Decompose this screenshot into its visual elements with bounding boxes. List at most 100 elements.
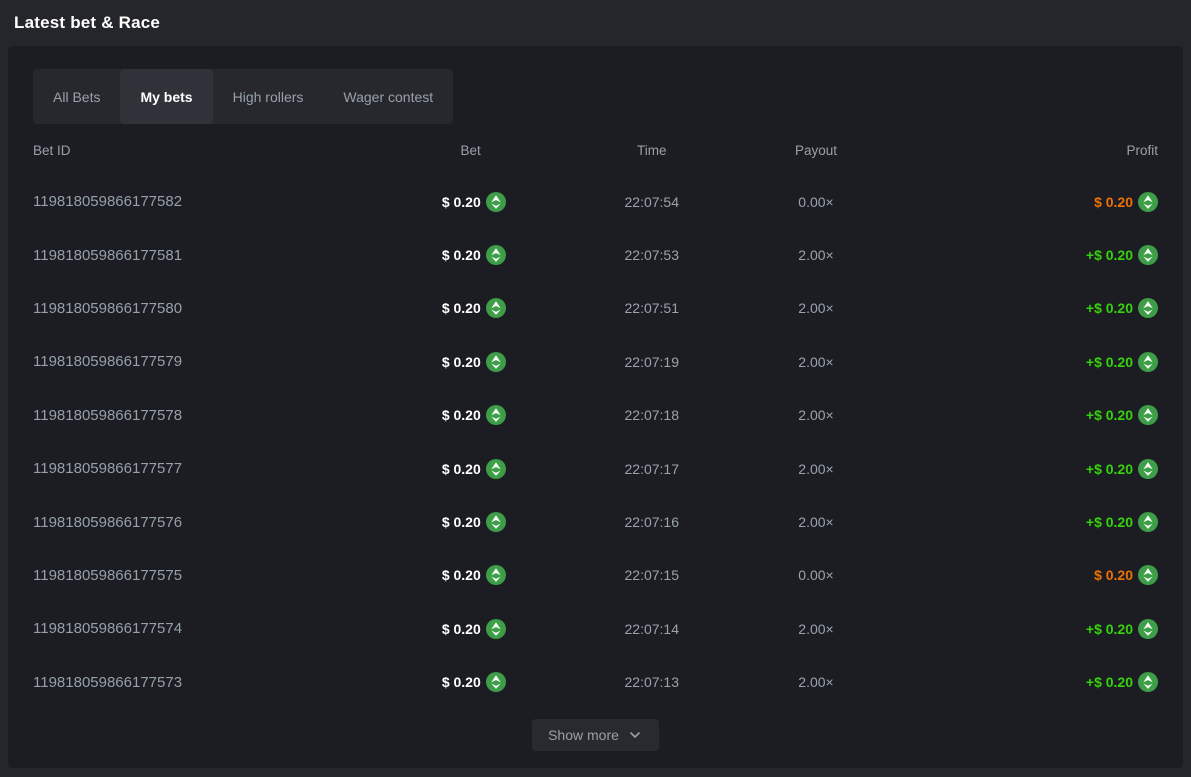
bets-table-body: 119818059866177582 $ 0.20 22:07:54 0.00×… xyxy=(33,175,1158,709)
profit-value: +$ 0.20 xyxy=(1086,674,1133,690)
time-cell: 22:07:53 xyxy=(625,247,680,263)
profit-cell: +$ 0.20 xyxy=(1086,459,1158,479)
bet-amount-value: $ 0.20 xyxy=(442,461,481,477)
bet-id-cell[interactable]: 119818059866177582 xyxy=(33,193,182,210)
payout-cell: 2.00× xyxy=(798,674,833,690)
eth-coin-icon xyxy=(1138,352,1158,372)
bet-amount-value: $ 0.20 xyxy=(442,407,481,423)
eth-coin-icon xyxy=(486,298,506,318)
eth-coin-icon xyxy=(1138,245,1158,265)
tab-all-bets[interactable]: All Bets xyxy=(33,69,120,124)
eth-coin-icon xyxy=(486,619,506,639)
bet-amount-value: $ 0.20 xyxy=(442,621,481,637)
column-header-time: Time xyxy=(637,143,667,158)
table-row[interactable]: 119818059866177582 $ 0.20 22:07:54 0.00×… xyxy=(33,175,1158,228)
column-header-payout: Payout xyxy=(795,143,837,158)
table-row[interactable]: 119818059866177576 $ 0.20 22:07:16 2.00×… xyxy=(33,495,1158,548)
table-row[interactable]: 119818059866177573 $ 0.20 22:07:13 2.00×… xyxy=(33,656,1158,709)
bet-amount-cell: $ 0.20 xyxy=(442,405,481,425)
payout-cell: 2.00× xyxy=(798,514,833,530)
eth-coin-icon xyxy=(1138,298,1158,318)
bet-id-cell[interactable]: 119818059866177581 xyxy=(33,247,182,264)
column-header-profit: Profit xyxy=(1126,143,1158,158)
time-cell: 22:07:19 xyxy=(625,354,680,370)
bet-amount-value: $ 0.20 xyxy=(442,674,481,690)
eth-coin-icon xyxy=(486,459,506,479)
profit-value: +$ 0.20 xyxy=(1086,461,1133,477)
latest-bet-panel: All BetsMy betsHigh rollersWager contest… xyxy=(8,46,1183,768)
show-more-button[interactable]: Show more xyxy=(532,719,659,751)
table-row[interactable]: 119818059866177579 $ 0.20 22:07:19 2.00×… xyxy=(33,335,1158,388)
bet-id-cell[interactable]: 119818059866177575 xyxy=(33,567,182,584)
table-row[interactable]: 119818059866177575 $ 0.20 22:07:15 0.00×… xyxy=(33,549,1158,602)
tab-my-bets[interactable]: My bets xyxy=(120,69,212,124)
tab-high-rollers[interactable]: High rollers xyxy=(213,69,324,124)
bet-amount-cell: $ 0.20 xyxy=(442,298,481,318)
bet-id-cell[interactable]: 119818059866177578 xyxy=(33,407,182,424)
eth-coin-icon xyxy=(486,245,506,265)
profit-cell: +$ 0.20 xyxy=(1086,352,1158,372)
table-row[interactable]: 119818059866177581 $ 0.20 22:07:53 2.00×… xyxy=(33,228,1158,281)
tab-wager-contest[interactable]: Wager contest xyxy=(323,69,453,124)
table-row[interactable]: 119818059866177578 $ 0.20 22:07:18 2.00×… xyxy=(33,389,1158,442)
profit-value: $ 0.20 xyxy=(1094,567,1133,583)
bet-amount-cell: $ 0.20 xyxy=(442,512,481,532)
profit-value: $ 0.20 xyxy=(1094,194,1133,210)
profit-cell: +$ 0.20 xyxy=(1086,512,1158,532)
profit-value: +$ 0.20 xyxy=(1086,407,1133,423)
eth-coin-icon xyxy=(1138,512,1158,532)
payout-cell: 2.00× xyxy=(798,461,833,477)
bet-id-cell[interactable]: 119818059866177580 xyxy=(33,300,182,317)
time-cell: 22:07:54 xyxy=(625,194,680,210)
bet-amount-cell: $ 0.20 xyxy=(442,352,481,372)
chevron-down-icon xyxy=(627,727,643,743)
profit-cell: +$ 0.20 xyxy=(1086,298,1158,318)
time-cell: 22:07:17 xyxy=(625,461,680,477)
eth-coin-icon xyxy=(486,405,506,425)
column-header-bet: Bet xyxy=(460,143,480,158)
bet-amount-value: $ 0.20 xyxy=(442,247,481,263)
eth-coin-icon xyxy=(1138,405,1158,425)
bet-amount-cell: $ 0.20 xyxy=(442,192,481,212)
bet-id-cell[interactable]: 119818059866177576 xyxy=(33,514,182,531)
bet-amount-cell: $ 0.20 xyxy=(442,245,481,265)
payout-cell: 0.00× xyxy=(798,194,833,210)
page-title: Latest bet & Race xyxy=(14,13,160,33)
profit-cell: +$ 0.20 xyxy=(1086,245,1158,265)
profit-value: +$ 0.20 xyxy=(1086,514,1133,530)
time-cell: 22:07:51 xyxy=(625,300,680,316)
bet-id-cell[interactable]: 119818059866177577 xyxy=(33,460,182,477)
eth-coin-icon xyxy=(486,192,506,212)
titlebar: Latest bet & Race xyxy=(0,0,1191,46)
bet-id-cell[interactable]: 119818059866177573 xyxy=(33,674,182,691)
eth-coin-icon xyxy=(1138,672,1158,692)
eth-coin-icon xyxy=(486,672,506,692)
table-row[interactable]: 119818059866177577 $ 0.20 22:07:17 2.00×… xyxy=(33,442,1158,495)
profit-cell: $ 0.20 xyxy=(1094,192,1158,212)
payout-cell: 2.00× xyxy=(798,407,833,423)
time-cell: 22:07:13 xyxy=(625,674,680,690)
bet-id-cell[interactable]: 119818059866177574 xyxy=(33,620,182,637)
payout-cell: 2.00× xyxy=(798,354,833,370)
payout-cell: 2.00× xyxy=(798,247,833,263)
payout-cell: 0.00× xyxy=(798,567,833,583)
eth-coin-icon xyxy=(486,565,506,585)
eth-coin-icon xyxy=(486,512,506,532)
eth-coin-icon xyxy=(1138,565,1158,585)
profit-value: +$ 0.20 xyxy=(1086,621,1133,637)
bets-tabbar: All BetsMy betsHigh rollersWager contest xyxy=(33,69,453,124)
payout-cell: 2.00× xyxy=(798,621,833,637)
bet-id-cell[interactable]: 119818059866177579 xyxy=(33,353,182,370)
table-row[interactable]: 119818059866177580 $ 0.20 22:07:51 2.00×… xyxy=(33,282,1158,335)
bet-amount-value: $ 0.20 xyxy=(442,300,481,316)
table-header-row: Bet ID Bet Time Payout Profit xyxy=(33,137,1158,163)
bet-amount-value: $ 0.20 xyxy=(442,354,481,370)
bet-amount-value: $ 0.20 xyxy=(442,194,481,210)
bet-amount-cell: $ 0.20 xyxy=(442,619,481,639)
eth-coin-icon xyxy=(1138,192,1158,212)
table-row[interactable]: 119818059866177574 $ 0.20 22:07:14 2.00×… xyxy=(33,602,1158,655)
eth-coin-icon xyxy=(1138,619,1158,639)
profit-cell: +$ 0.20 xyxy=(1086,619,1158,639)
eth-coin-icon xyxy=(486,352,506,372)
profit-cell: +$ 0.20 xyxy=(1086,405,1158,425)
